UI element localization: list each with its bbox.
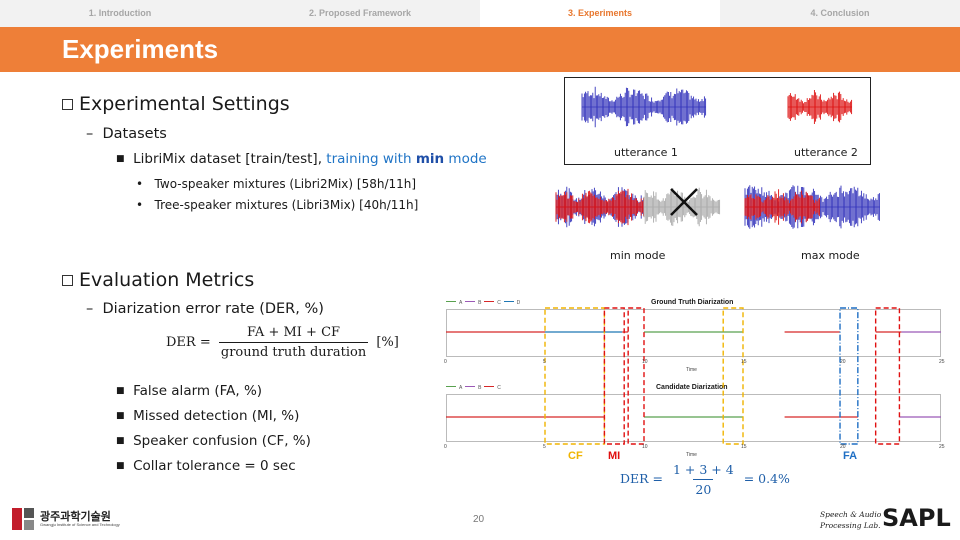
gist-logo-subtext: Gwangju Institute of Science and Technol… <box>40 522 120 527</box>
mi-label: MI <box>608 450 621 462</box>
cf-label: CF <box>568 450 583 462</box>
tick-label: 10 <box>642 444 648 450</box>
gist-logo: 광주과학기술원 Gwangju Institute of Science and… <box>12 508 120 535</box>
example-denominator: 20 <box>693 479 714 497</box>
tick-label: 10 <box>642 359 648 365</box>
tick-label: 5 <box>543 359 546 365</box>
mi-region-box-3 <box>874 307 901 445</box>
example-fraction: 1 + 3 + 4 20 <box>671 462 736 497</box>
example-formula: DER = 1 + 3 + 4 20 = 0.4% <box>620 462 790 497</box>
mi-region-box <box>603 307 625 445</box>
tick-label: 15 <box>741 359 747 365</box>
tick-label: 25 <box>939 359 945 365</box>
gt-time-label: Time <box>686 367 697 373</box>
lab-line1: Speech & Audio <box>820 510 882 519</box>
diarization-plots <box>446 307 941 445</box>
tick-label: 25 <box>939 444 945 450</box>
tick-label: 5 <box>543 444 546 450</box>
tick-label: 0 <box>444 359 447 365</box>
fa-label: FA <box>843 450 858 462</box>
lab-line2: Processing Lab. <box>820 521 881 530</box>
fa-region-box <box>839 307 859 445</box>
example-rhs: = 0.4% <box>743 471 790 486</box>
mi-region-box-2 <box>627 307 645 445</box>
sapl-logo-text: SAPL <box>882 504 951 532</box>
tick-label: 0 <box>444 444 447 450</box>
tick-label: 20 <box>840 359 846 365</box>
cand-time-label: Time <box>686 452 697 458</box>
gist-emblem-icon <box>12 508 34 530</box>
example-lhs: DER = <box>620 471 664 486</box>
page-number: 20 <box>473 514 485 525</box>
example-numerator: 1 + 3 + 4 <box>673 462 734 477</box>
cf-region-box-2 <box>722 307 744 445</box>
cf-region-box <box>544 307 606 445</box>
tick-label: 15 <box>741 444 747 450</box>
